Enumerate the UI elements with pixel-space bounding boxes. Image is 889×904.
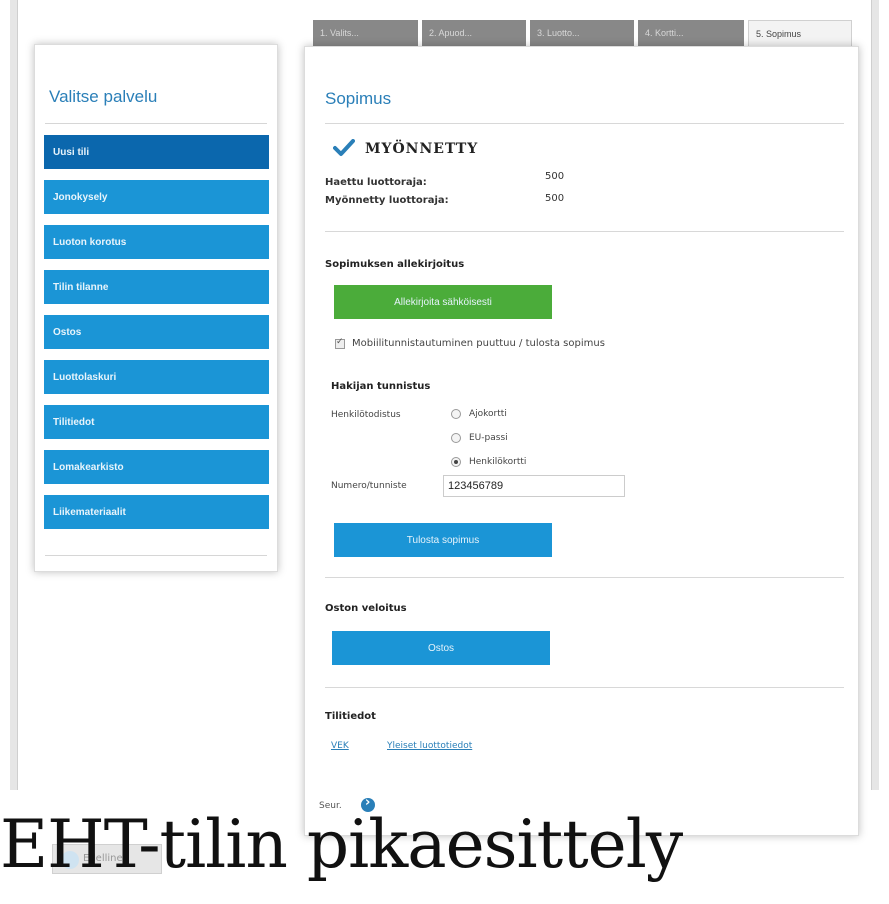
service-menu: Uusi tili Jonokysely Luoton korotus Tili… [44,135,269,540]
divider [325,123,844,124]
id-section-heading: Hakijan tunnistus [331,381,431,392]
contract-panel: Sopimus Myönnetty Haettu luottoraja: 500… [304,46,859,836]
radio-henkilokortti[interactable] [451,457,461,467]
radio-ajokortti[interactable] [451,409,461,419]
radio-eu-passi[interactable] [451,433,461,443]
frame-left [10,0,18,790]
sidebar-item-tilin-tilanne[interactable]: Tilin tilanne [44,270,269,304]
page-title: Sopimus [325,89,392,108]
sidebar-item-luoton-korotus[interactable]: Luoton korotus [44,225,269,259]
id-number-field[interactable]: 123456789 [443,475,625,497]
radio-label-ajokortti: Ajokortti [469,409,507,419]
granted-limit-label: Myönnetty luottoraja: [325,195,449,206]
print-contract-button[interactable]: Tulosta sopimus [334,523,552,557]
divider [325,687,844,688]
applied-limit-value: 500 [545,171,565,182]
tab-step-4[interactable]: 4. Kortti... [638,20,744,46]
tab-step-5[interactable]: 5. Sopimus [748,20,852,46]
sidebar-item-tilitiedot[interactable]: Tilitiedot [44,405,269,439]
divider [45,555,267,556]
tab-step-1[interactable]: 1. Valits... [313,20,418,46]
link-vek[interactable]: VEK [331,741,349,751]
service-sidebar: Valitse palvelu Uusi tili Jonokysely Luo… [34,44,278,572]
frame-right [871,0,879,790]
divider [45,123,267,124]
mobile-id-checkbox-label: Mobiilitunnistautuminen puuttuu / tulost… [352,338,605,349]
tab-step-3[interactable]: 3. Luotto... [530,20,634,46]
sidebar-item-liikemateriaalit[interactable]: Liikemateriaalit [44,495,269,529]
sidebar-item-uusi-tili[interactable]: Uusi tili [44,135,269,169]
decision-status: Myönnetty [365,141,479,157]
sidebar-item-jonokysely[interactable]: Jonokysely [44,180,269,214]
radio-label-eu-passi: EU-passi [469,433,508,443]
sign-electronically-button[interactable]: Allekirjoita sähköisesti [334,285,552,319]
wizard-tabs: 1. Valits... 2. Apuod... 3. Luotto... 4.… [313,20,856,46]
id-document-label: Henkilötodistus [331,410,401,420]
divider [325,231,844,232]
sign-section-heading: Sopimuksen allekirjoitus [325,259,465,270]
sidebar-title: Valitse palvelu [49,87,158,106]
purchase-section-heading: Oston veloitus [325,603,407,614]
account-section-heading: Tilitiedot [325,711,376,722]
slide-caption: EHT-tilin pikaesittely [0,806,683,883]
radio-label-henkilokortti: Henkilökortti [469,457,527,467]
checkmark-icon [333,139,355,156]
sidebar-item-lomakearkisto[interactable]: Lomakearkisto [44,450,269,484]
id-number-label: Numero/tunniste [331,481,407,491]
purchase-button[interactable]: Ostos [332,631,550,665]
sidebar-item-luottolaskuri[interactable]: Luottolaskuri [44,360,269,394]
link-general-credit-terms[interactable]: Yleiset luottotiedot [387,741,472,751]
mobile-id-checkbox[interactable] [335,337,345,349]
sidebar-item-ostos[interactable]: Ostos [44,315,269,349]
applied-limit-label: Haettu luottoraja: [325,177,427,188]
tab-step-2[interactable]: 2. Apuod... [422,20,526,46]
granted-limit-value: 500 [545,193,565,204]
divider [325,577,844,578]
